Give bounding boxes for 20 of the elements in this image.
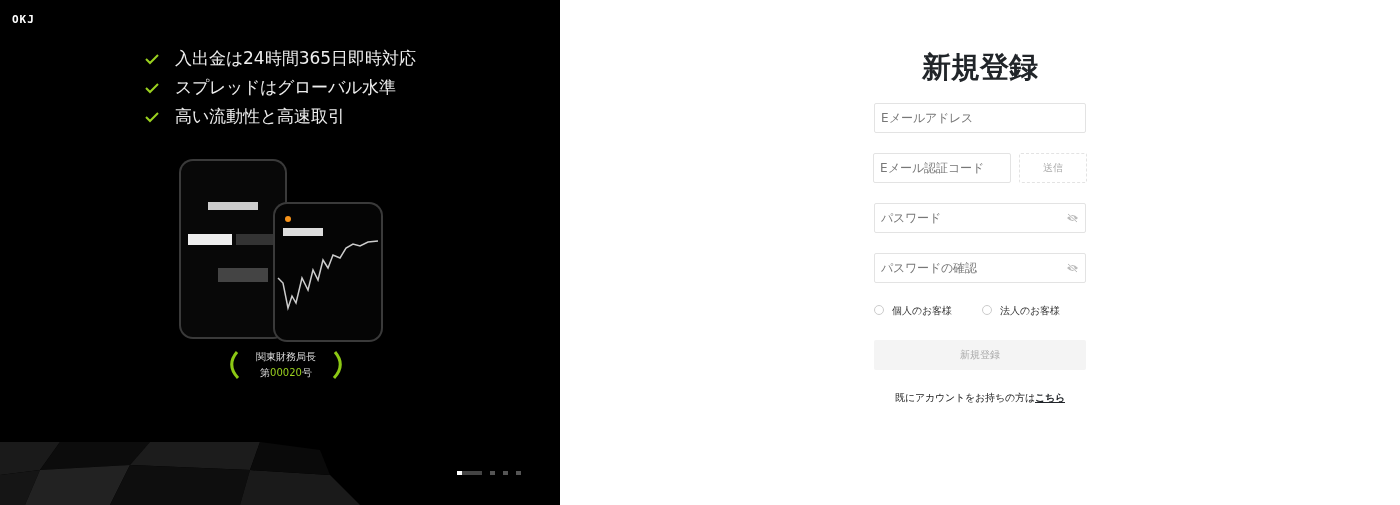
logo[interactable]: OKJ <box>12 12 35 29</box>
check-icon <box>145 81 159 94</box>
feature-text: 高い流動性と高速取引 <box>175 105 345 128</box>
feature-text: 入出金は24時間365日即時対応 <box>175 47 417 70</box>
page-title: 新規登録 <box>922 50 1038 85</box>
input-field[interactable]: パスワード <box>874 202 1086 233</box>
radio-option[interactable]: 個人のお客様 <box>874 302 952 318</box>
input-field[interactable]: Eメールアドレス <box>874 102 1086 133</box>
login-link[interactable]: こちら <box>1035 391 1065 403</box>
license-number: 第00020号 <box>259 366 313 380</box>
eye-hidden-icon[interactable] <box>1066 262 1079 273</box>
login-prompt: 既にアカウントをお持ちの方はこちら <box>895 390 1065 405</box>
feature-text: スプレッドはグローバル水準 <box>175 76 396 99</box>
license-text: 関東財務局長 <box>256 350 316 364</box>
check-icon <box>145 52 159 65</box>
radio-option[interactable]: 法人のお客様 <box>982 302 1060 318</box>
input-field[interactable]: パスワードの確認 <box>874 252 1086 283</box>
eye-hidden-icon[interactable] <box>1066 212 1079 223</box>
input-field[interactable]: Eメール認証コード <box>873 152 1011 183</box>
check-icon <box>145 110 159 123</box>
